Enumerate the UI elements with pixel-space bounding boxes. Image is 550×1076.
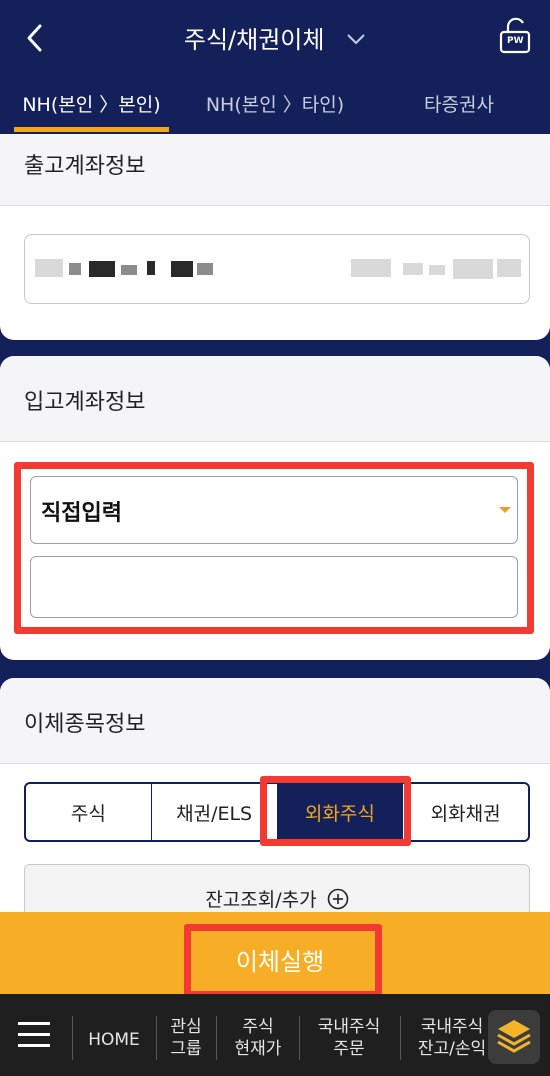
withdraw-section-title: 출고계좌정보 — [24, 154, 146, 179]
nav-label: 현재가 — [234, 1039, 282, 1059]
deposit-account-type-select[interactable]: 직접입력 — [30, 476, 518, 544]
tab-label: NH(본인 〉본인) — [22, 94, 161, 116]
layers-floating-button[interactable] — [488, 1010, 540, 1064]
bottom-navigation: HOME 관심 그룹 주식 현재가 국내주식 주문 국내주식 잔고/손익 — [0, 994, 550, 1076]
select-value: 직접입력 — [41, 501, 122, 526]
password-lock-button[interactable]: PW — [498, 16, 534, 56]
segment-stock[interactable]: 주식 — [26, 784, 152, 840]
layers-icon — [497, 1020, 531, 1053]
tab-label: NH(본인 〉타인) — [205, 94, 345, 116]
nav-label: 주식 — [242, 1017, 274, 1037]
divider — [400, 1016, 401, 1060]
card-header: 입고계좌정보 — [0, 356, 550, 442]
execute-bar: 이체실행 — [0, 912, 550, 998]
card-header: 이체종목정보 — [0, 678, 550, 764]
nav-label: 관심 — [170, 1017, 202, 1037]
nav-home[interactable]: HOME — [80, 1029, 148, 1051]
pw-label: PW — [507, 36, 524, 46]
execute-label: 이체실행 — [235, 948, 325, 976]
tab-nh-self-to-other[interactable]: NH(본인 〉타인) — [196, 90, 354, 134]
segment-foreign-bond[interactable]: 외화채권 — [403, 784, 528, 840]
plus-circle-icon — [327, 888, 348, 909]
transfer-items-section-title: 이체종목정보 — [24, 712, 146, 737]
withdraw-account-card: 출고계좌정보 — [0, 134, 550, 340]
highlight-box — [260, 776, 411, 846]
segment-label: 주식 — [70, 802, 106, 825]
nav-label: 국내주식 — [420, 1017, 484, 1037]
nav-label: 잔고/손익 — [417, 1039, 487, 1059]
nav-label: 주문 — [333, 1039, 365, 1059]
active-tab-indicator — [14, 127, 169, 132]
nav-watchlist-group[interactable]: 관심 그룹 — [160, 1016, 212, 1060]
page-title: 주식/채권이체 — [183, 26, 325, 54]
nav-domestic-order[interactable]: 국내주식 주문 — [302, 1016, 396, 1060]
divider — [156, 1016, 157, 1060]
title-dropdown[interactable]: 주식/채권이체 — [0, 20, 550, 55]
dropdown-caret-icon — [499, 507, 511, 513]
execute-transfer-button[interactable]: 이체실행 — [190, 932, 370, 992]
segment-label: 채권/ELS — [176, 802, 253, 825]
nav-label: 그룹 — [170, 1039, 202, 1059]
tab-other-securities[interactable]: 타증권사 — [384, 90, 534, 134]
nav-label: HOME — [88, 1030, 140, 1050]
deposit-account-input[interactable] — [30, 556, 518, 618]
segment-bond-els[interactable]: 채권/ELS — [152, 784, 278, 840]
card-header: 출고계좌정보 — [0, 134, 550, 206]
nav-stock-price[interactable]: 주식 현재가 — [220, 1016, 296, 1060]
deposit-section-title: 입고계좌정보 — [24, 390, 146, 415]
transfer-type-tabs: NH(본인 〉본인) NH(본인 〉타인) 타증권사 — [0, 76, 550, 134]
nav-domestic-balance[interactable]: 국내주식 잔고/손익 — [404, 1016, 500, 1060]
divider — [72, 1016, 73, 1060]
balance-label: 잔고조회/추가 — [205, 889, 317, 911]
segment-label: 외화채권 — [430, 802, 501, 825]
divider — [216, 1016, 217, 1060]
hamburger-menu-icon[interactable] — [18, 1020, 52, 1050]
withdraw-account-select[interactable] — [24, 234, 530, 304]
app-header: 주식/채권이체 PW — [0, 0, 550, 76]
deposit-account-card: 입고계좌정보 직접입력 — [0, 356, 550, 660]
chevron-down-icon — [347, 33, 365, 44]
nav-label: 국내주식 — [317, 1017, 381, 1037]
divider — [299, 1016, 300, 1060]
tab-label: 타증권사 — [424, 94, 494, 116]
